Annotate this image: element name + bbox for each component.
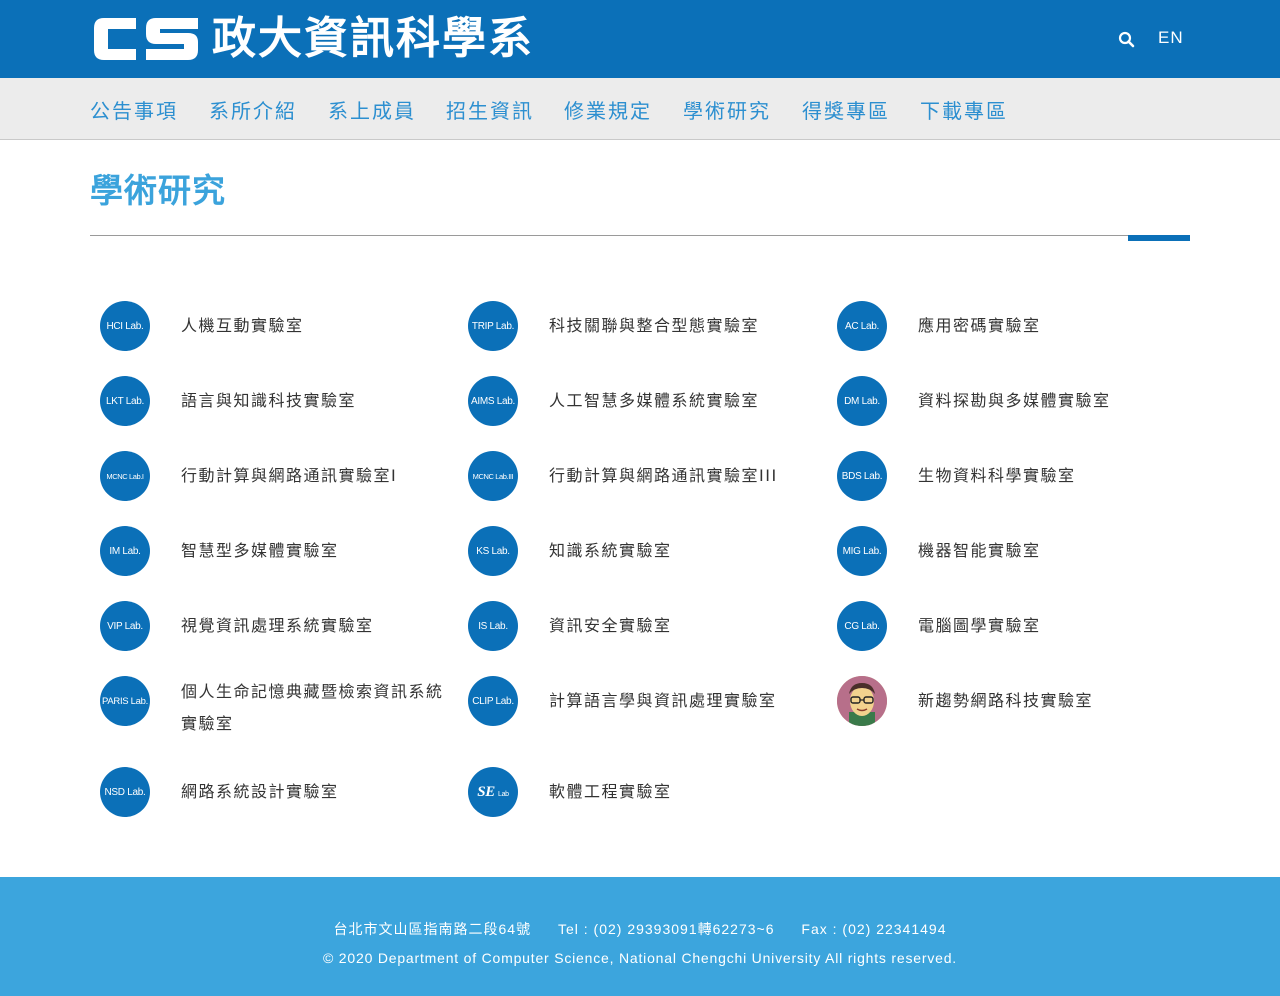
lab-name: 軟體工程實驗室 [549,782,672,801]
lab-badge-icon: TRIP Lab. [468,301,518,351]
nav-item-downloads[interactable]: 下載專區 [920,95,1008,124]
lab-name: 機器智能實驗室 [918,541,1041,560]
site-name: 政大資訊科學系 [212,13,534,64]
nav-item-regulations[interactable]: 修業規定 [564,95,652,124]
lab-name: 人工智慧多媒體系統實驗室 [549,391,760,410]
footer-fax: Fax : (02) 22341494 [801,921,947,937]
lab-name: 人機互動實驗室 [181,316,304,335]
page-title: 學術研究 [90,171,226,210]
lab-badge-icon: LKT Lab. [100,376,150,426]
cs-logo-mark [94,18,198,60]
lab-name: 新趨勢網路科技實驗室 [918,691,1094,710]
site-header: 政大資訊科學系 EN [0,0,1280,78]
lab-name: 網路系統設計實驗室 [181,782,339,801]
professor-avatar-icon [837,676,887,726]
lab-badge-icon: AIMS Lab. [468,376,518,426]
lab-badge-icon: IS Lab. [468,601,518,651]
title-divider-accent [1128,235,1190,241]
footer-contact: 台北市文山區指南路二段64號 Tel : (02) 29393091轉62273… [0,919,1280,939]
lab-badge-icon: NSD Lab. [100,767,150,817]
lab-name: 行動計算與網路通訊實驗室III [549,466,778,485]
lab-badge-sub: Lab [497,790,509,798]
lab-badge-icon: SE Lab [468,767,518,817]
lab-badge-icon: HCI Lab. [100,301,150,351]
site-logo[interactable]: 政大資訊科學系 [90,12,534,66]
lab-badge-icon: CG Lab. [837,601,887,651]
lab-name: 資料探勘與多媒體實驗室 [918,391,1111,410]
nav-item-about[interactable]: 系所介紹 [209,95,297,124]
nav-item-announcements[interactable]: 公告事項 [90,95,178,124]
title-divider [90,235,1190,236]
lab-badge-icon: VIP Lab. [100,601,150,651]
lab-badge-icon: MCNC Lab.III [468,451,518,501]
search-icon[interactable] [1117,30,1137,50]
lab-name: 電腦圖學實驗室 [918,616,1041,635]
site-footer: 台北市文山區指南路二段64號 Tel : (02) 29393091轉62273… [0,877,1280,996]
lab-name: 計算語言學與資訊處理實驗室 [549,691,777,710]
lab-badge-icon: MCNC Lab.I [100,451,150,501]
lab-name: 科技關聯與整合型態實驗室 [549,316,760,335]
lab-badge-icon: AC Lab. [837,301,887,351]
lab-name: 應用密碼實驗室 [918,316,1041,335]
footer-tel: Tel : (02) 29393091轉62273~6 [557,921,775,937]
lab-badge-icon: IM Lab. [100,526,150,576]
lab-badge-icon: MIG Lab. [837,526,887,576]
language-switch-en[interactable]: EN [1158,28,1184,48]
nav-item-members[interactable]: 系上成員 [328,95,416,124]
lab-name: 個人生命記憶典藏暨檢索資訊系統實驗室 [181,682,444,733]
lab-badge-icon: BDS Lab. [837,451,887,501]
lab-badge-icon: KS Lab. [468,526,518,576]
lab-name: 智慧型多媒體實驗室 [181,541,339,560]
lab-name: 行動計算與網路通訊實驗室I [181,466,398,485]
lab-name: 知識系統實驗室 [549,541,672,560]
nav-item-admissions[interactable]: 招生資訊 [446,95,534,124]
lab-badge-icon: CLIP Lab. [468,676,518,726]
lab-badge-icon: DM Lab. [837,376,887,426]
nav-item-awards[interactable]: 得獎專區 [802,95,890,124]
lab-badge-icon: PARIS Lab. [100,676,150,726]
main-nav: 公告事項 系所介紹 系上成員 招生資訊 修業規定 學術研究 得獎專區 下載專區 [0,78,1280,140]
lab-name: 視覺資訊處理系統實驗室 [181,616,374,635]
lab-name: 語言與知識科技實驗室 [181,391,357,410]
lab-name: 資訊安全實驗室 [549,616,672,635]
footer-address: 台北市文山區指南路二段64號 [333,921,532,937]
lab-badge-mark: SE [477,783,495,800]
lab-name: 生物資料科學實驗室 [918,466,1076,485]
footer-copyright: © 2020 Department of Computer Science, N… [323,950,957,966]
nav-item-research[interactable]: 學術研究 [683,95,771,124]
